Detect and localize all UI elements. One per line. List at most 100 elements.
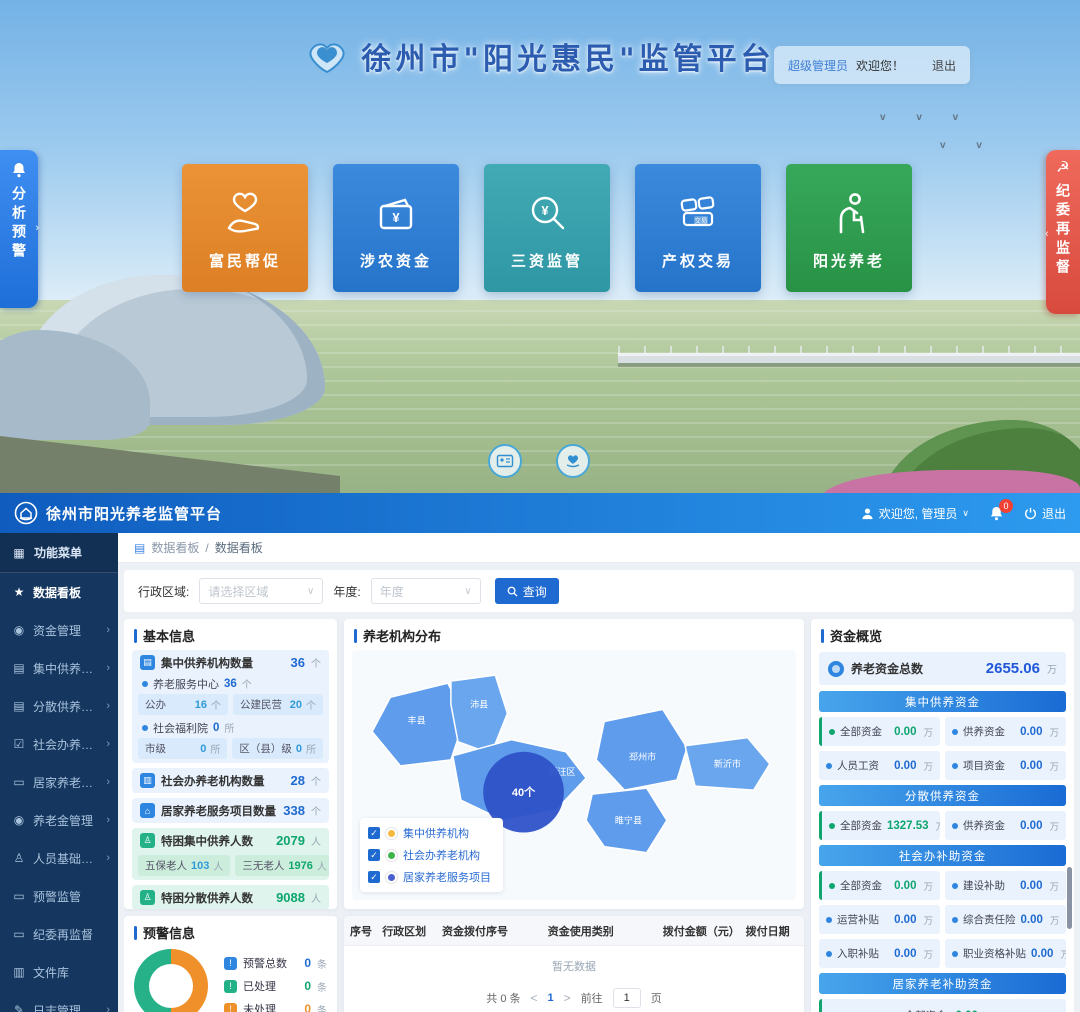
bell-icon: ! <box>224 980 237 993</box>
sidebar-item-decentralized-support-funds[interactable]: ▤ 分散供养资金 › <box>0 687 118 725</box>
warning-unhandled-row: ! 未处理 0 条 <box>224 1001 327 1012</box>
sidebar-item-social-elderly-institutions[interactable]: ☑ 社会办养老机构 › <box>0 725 118 763</box>
pill-label: 公办 <box>145 697 166 712</box>
region-select[interactable]: 请选择区域 ∨ <box>199 578 323 604</box>
pill-value: 103 <box>191 860 209 872</box>
chevron-right-icon: › <box>106 814 110 826</box>
fund-unit: 万 <box>1049 879 1059 893</box>
sidebar-item-centralized-support-funds[interactable]: ▤ 集中供养资金 › <box>0 649 118 687</box>
breadcrumb-root[interactable]: 数据看板 <box>151 539 199 556</box>
stat-label: 社会办养老机构数量 <box>161 773 265 789</box>
goto-page-input[interactable] <box>613 988 641 1008</box>
checkbox-checked-icon[interactable]: ✓ <box>368 849 380 861</box>
region-label: 沛县 <box>470 698 488 709</box>
current-page-button[interactable]: 1 <box>548 992 554 1004</box>
sidebar-item-home-care-projects[interactable]: ▭ 居家养老服务项目 › <box>0 763 118 801</box>
fund-cell: 综合责任险 0.00 万 <box>945 905 1066 934</box>
legend-home-care-projects[interactable]: ✓ 居家养老服务项目 <box>368 869 491 885</box>
pill-label: 五保老人 <box>145 858 187 873</box>
prev-page-button[interactable]: < <box>531 991 538 1005</box>
column-header: 拨付日期 <box>740 923 804 939</box>
tile-label: 阳光养老 <box>813 250 885 271</box>
fund-value: 0.00 <box>1020 880 1042 892</box>
chevron-left-icon: ‹ <box>1045 228 1049 240</box>
fund-cell: 全部资金 0.00 万 <box>819 871 940 900</box>
id-card-badge-button[interactable] <box>488 444 522 478</box>
fund-label: 供养资金 <box>963 724 1005 739</box>
sidebar-item-funds-management[interactable]: ◉ 资金管理 › <box>0 611 118 649</box>
checkbox-checked-icon[interactable]: ✓ <box>368 871 380 883</box>
region-label: 邳州市 <box>629 751 656 762</box>
hero-logout-button[interactable]: 退出 <box>932 57 956 74</box>
fund-label: 综合责任险 <box>963 912 1016 927</box>
funds-allocation-table-panel: 序号 行政区划 资金拨付序号 资金使用类别 拨付金额（元） 拨付日期 暂无数据 … <box>344 916 804 1012</box>
property-trade-icon: 交易 <box>670 186 726 242</box>
stat-unit: 人 <box>311 833 321 848</box>
id-card-icon <box>496 452 514 470</box>
sub-stat: 养老服务中心 36 个 <box>132 675 329 692</box>
tile-fumin-bangcu[interactable]: 富民帮促 <box>182 164 308 292</box>
chevron-down-icon: ∨ <box>962 508 969 519</box>
sidebar-item-discipline-supervision[interactable]: ▭ 纪委再监督 <box>0 915 118 953</box>
scrollbar-thumb[interactable] <box>1067 867 1072 929</box>
discipline-supervision-tab[interactable]: ☭ 纪委再监督 ‹ <box>1046 150 1080 314</box>
panel-title: 预警信息 <box>124 916 337 947</box>
year-filter-label: 年度: <box>333 583 360 600</box>
tile-chanquan-jiaoyi[interactable]: 交易 产权交易 <box>635 164 761 292</box>
fund-label: 供养资金 <box>963 818 1005 833</box>
tile-label: 产权交易 <box>662 250 734 271</box>
care-heart-badge-button[interactable] <box>556 444 590 478</box>
monitor-icon: ▭ <box>12 889 26 903</box>
sidebar-item-file-library[interactable]: ▥ 文件库 <box>0 953 118 991</box>
five-guarantee-pill: 五保老人 103 人 <box>138 855 230 876</box>
public-run-pill: 公办 16 个 <box>138 694 228 715</box>
notifications-button[interactable]: 0 <box>989 506 1004 521</box>
tile-sanzi-jianguan[interactable]: ¥ 三资监管 <box>484 164 610 292</box>
sidebar-item-label: 日志管理 <box>33 1002 81 1012</box>
coins-icon: ◉ <box>12 813 26 827</box>
sidebar-item-personnel-info[interactable]: ♙ 人员基础信息 › <box>0 839 118 877</box>
bullet-dot <box>952 763 958 769</box>
year-select[interactable]: 年度 ∨ <box>371 578 481 604</box>
chevron-right-icon: › <box>106 624 110 636</box>
tile-yangguang-yanglao[interactable]: 阳光养老 <box>786 164 912 292</box>
sub-stat-value: 0 <box>213 722 219 734</box>
pill-unit: 个 <box>306 697 316 712</box>
panel-title: 养老机构分布 <box>344 619 804 650</box>
sidebar-menu-header: ▦ 功能菜单 <box>0 533 118 573</box>
warning-stat-label: 已处理 <box>243 978 276 994</box>
stat-unit: 个 <box>311 803 321 818</box>
logout-button[interactable]: 退出 <box>1024 505 1066 522</box>
svg-text:¥: ¥ <box>392 210 400 225</box>
stat-unit: 个 <box>311 655 321 670</box>
warning-stat-value: 0 <box>304 956 311 970</box>
tile-shenong-zijin[interactable]: ¥ 涉农资金 <box>333 164 459 292</box>
home-care-projects-card: ⌂ 居家养老服务项目数量 338 个 <box>132 798 329 823</box>
sidebar-item-dashboard[interactable]: ★ 数据看板 <box>0 573 118 611</box>
folder-icon: ▤ <box>12 699 26 713</box>
search-button[interactable]: 查询 <box>495 578 559 604</box>
bridge-railing <box>618 346 1080 356</box>
sidebar-item-warning-supervision[interactable]: ▭ 预警监管 <box>0 877 118 915</box>
institution-map-panel: 养老机构分布 <box>344 619 804 909</box>
sidebar-item-log-management[interactable]: ✎ 日志管理 › <box>0 991 118 1012</box>
user-menu[interactable]: 欢迎您, 管理员 ∨ <box>861 505 969 522</box>
legend-centralized-institutions[interactable]: ✓ 集中供养机构 <box>368 825 491 841</box>
menu-header-label: 功能菜单 <box>34 544 82 561</box>
dashboard: 徐州市阳光养老监管平台 欢迎您, 管理员 ∨ 0 <box>0 493 1080 1012</box>
bridge <box>618 356 1080 363</box>
table-header-row: 序号 行政区划 资金拨付序号 资金使用类别 拨付金额（元） 拨付日期 <box>344 916 804 946</box>
checkbox-checked-icon[interactable]: ✓ <box>368 827 380 839</box>
xuzhou-district-map[interactable]: 丰县 沛县 贾汪区 邳州市 新沂市 睢宁县 40个 <box>352 650 796 900</box>
section-header-centralized: 集中供养资金 <box>819 691 1066 712</box>
three-nos-pill: 三无老人 1976 人 <box>235 855 329 876</box>
analysis-warning-tab[interactable]: 分析预警 › <box>0 150 38 308</box>
next-page-button[interactable]: > <box>564 991 571 1005</box>
fund-unit: 万 <box>923 879 933 893</box>
hero-banner: v v v v v 徐州市"阳光惠民"监管平台 超级管理员 欢迎您！ 退出 分析… <box>0 0 1080 493</box>
legend-social-institutions[interactable]: ✓ 社会办养老机构 <box>368 847 491 863</box>
goto-label: 前往 <box>581 990 603 1006</box>
sidebar-item-pension-management[interactable]: ◉ 养老金管理 › <box>0 801 118 839</box>
bullet-dot <box>826 763 832 769</box>
user-role: 超级管理员 <box>788 57 848 74</box>
